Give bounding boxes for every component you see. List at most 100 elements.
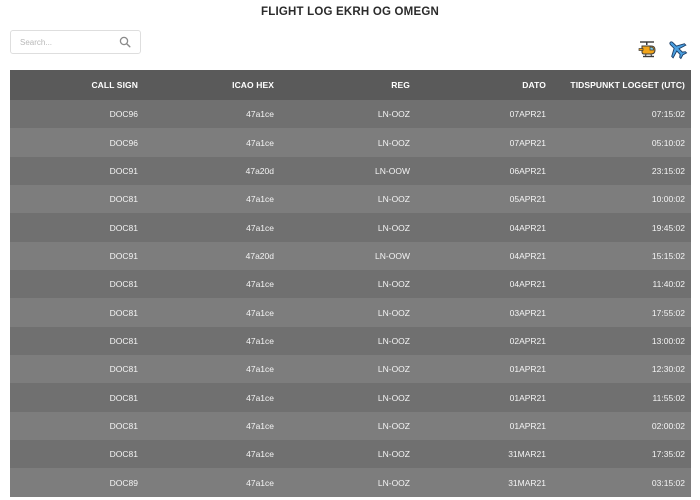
search-input[interactable] bbox=[11, 31, 111, 53]
cell-reg: LN-OOZ bbox=[377, 392, 410, 403]
table-row[interactable]: DOC81 47a1ce LN-OOZ 03APR21 17:55:02 bbox=[10, 298, 691, 327]
cell-time: 11:55:02 bbox=[652, 392, 685, 403]
cell-dato: 05APR21 bbox=[509, 194, 546, 205]
cell-reg: LN-OOZ bbox=[377, 449, 410, 460]
cell-reg: LN-OOZ bbox=[377, 477, 410, 488]
table-row[interactable]: DOC81 47a1ce LN-OOZ 04APR21 19:45:02 bbox=[10, 213, 691, 242]
table-row[interactable]: DOC81 47a1ce LN-OOZ 05APR21 10:00:02 bbox=[10, 185, 691, 214]
cell-call-sign: DOC91 bbox=[109, 165, 138, 176]
cell-time: 03:15:02 bbox=[651, 477, 685, 488]
cell-reg: LN-OOZ bbox=[377, 222, 410, 233]
cell-time: 17:35:02 bbox=[651, 449, 685, 460]
flight-log-table: CALL SIGN ICAO HEX REG DATO TIDSPUNKT LO… bbox=[10, 70, 691, 497]
search-box[interactable] bbox=[10, 30, 141, 54]
cell-call-sign: DOC81 bbox=[109, 420, 138, 431]
cell-icao-hex: 47a1ce bbox=[246, 307, 274, 318]
cell-icao-hex: 47a1ce bbox=[246, 477, 274, 488]
cell-reg: LN-OOZ bbox=[377, 137, 410, 148]
table-row[interactable]: DOC91 47a20d LN-OOW 04APR21 15:15:02 bbox=[10, 241, 691, 271]
helicopter-filter-button[interactable] bbox=[638, 38, 660, 60]
cell-icao-hex: 47a1ce bbox=[246, 335, 274, 346]
table-row[interactable]: DOC91 47a20d LN-OOW 06APR21 23:15:02 bbox=[10, 156, 691, 186]
table-row[interactable]: DOC81 47a1ce LN-OOZ 01APR21 12:30:02 bbox=[10, 355, 691, 384]
cell-call-sign: DOC81 bbox=[109, 335, 138, 346]
cell-dato: 04APR21 bbox=[509, 250, 546, 261]
table-row[interactable]: DOC81 47a1ce LN-OOZ 01APR21 11:55:02 bbox=[10, 383, 691, 412]
cell-call-sign: DOC81 bbox=[109, 279, 138, 290]
cell-dato: 01APR21 bbox=[509, 420, 546, 431]
cell-call-sign: DOC91 bbox=[109, 250, 138, 261]
cell-dato: 04APR21 bbox=[509, 222, 546, 233]
table-row[interactable]: DOC81 47a1ce LN-OOZ 02APR21 13:00:02 bbox=[10, 326, 691, 356]
cell-reg: LN-OOZ bbox=[377, 420, 410, 431]
cell-reg: LN-OOZ bbox=[377, 279, 410, 290]
table-body: DOC96 47a1ce LN-OOZ 07APR21 07:15:02 DOC… bbox=[10, 100, 691, 497]
airplane-filter-button[interactable] bbox=[666, 38, 688, 60]
helicopter-icon bbox=[638, 41, 656, 58]
cell-call-sign: DOC81 bbox=[109, 222, 138, 233]
cell-call-sign: DOC81 bbox=[109, 392, 138, 403]
cell-call-sign: DOC81 bbox=[109, 194, 138, 205]
cell-dato: 06APR21 bbox=[509, 165, 546, 176]
airplane-icon bbox=[669, 41, 688, 60]
cell-time: 23:15:02 bbox=[651, 165, 685, 176]
cell-time: 15:15:02 bbox=[651, 250, 685, 261]
cell-icao-hex: 47a1ce bbox=[246, 364, 274, 375]
search-icon[interactable] bbox=[119, 36, 131, 48]
table-row[interactable]: DOC81 47a1ce LN-OOZ 31MAR21 17:35:02 bbox=[10, 440, 691, 469]
cell-icao-hex: 47a1ce bbox=[246, 194, 274, 205]
cell-dato: 01APR21 bbox=[509, 364, 546, 375]
table-row[interactable]: DOC96 47a1ce LN-OOZ 07APR21 05:10:02 bbox=[10, 128, 691, 157]
cell-reg: LN-OOW bbox=[375, 250, 410, 261]
cell-call-sign: DOC81 bbox=[109, 307, 138, 318]
column-header-tidspunkt[interactable]: TIDSPUNKT LOGGET (UTC) bbox=[552, 70, 691, 100]
cell-dato: 01APR21 bbox=[509, 392, 546, 403]
cell-reg: LN-OOZ bbox=[377, 335, 410, 346]
cell-time: 17:55:02 bbox=[651, 307, 685, 318]
cell-call-sign: DOC81 bbox=[109, 364, 138, 375]
cell-time: 02:00:02 bbox=[651, 420, 685, 431]
cell-icao-hex: 47a1ce bbox=[246, 109, 274, 120]
cell-icao-hex: 47a1ce bbox=[246, 420, 274, 431]
cell-icao-hex: 47a1ce bbox=[246, 392, 274, 403]
column-header-call-sign[interactable]: CALL SIGN bbox=[10, 70, 144, 100]
cell-time: 07:15:02 bbox=[651, 109, 685, 120]
table-row[interactable]: DOC89 47a1ce LN-OOZ 31MAR21 03:15:02 bbox=[10, 468, 691, 497]
flight-log-table-container[interactable]: CALL SIGN ICAO HEX REG DATO TIDSPUNKT LO… bbox=[10, 70, 691, 500]
table-row[interactable]: DOC81 47a1ce LN-OOZ 01APR21 02:00:02 bbox=[10, 411, 691, 441]
cell-reg: LN-OOZ bbox=[377, 307, 410, 318]
cell-dato: 07APR21 bbox=[509, 109, 546, 120]
cell-reg: LN-OOW bbox=[375, 165, 410, 176]
cell-icao-hex: 47a20d bbox=[245, 250, 274, 261]
cell-time: 11:40:02 bbox=[652, 279, 685, 290]
cell-time: 13:00:02 bbox=[651, 335, 685, 346]
table-row[interactable]: DOC96 47a1ce LN-OOZ 07APR21 07:15:02 bbox=[10, 100, 691, 129]
cell-time: 12:30:02 bbox=[651, 364, 685, 375]
column-header-dato[interactable]: DATO bbox=[416, 70, 552, 100]
cell-time: 05:10:02 bbox=[651, 137, 685, 148]
cell-icao-hex: 47a1ce bbox=[246, 137, 274, 148]
cell-dato: 03APR21 bbox=[509, 307, 546, 318]
column-header-icao-hex[interactable]: ICAO HEX bbox=[144, 70, 280, 100]
cell-icao-hex: 47a20d bbox=[245, 165, 274, 176]
column-header-reg[interactable]: REG bbox=[280, 70, 416, 100]
cell-dato: 07APR21 bbox=[509, 137, 546, 148]
cell-reg: LN-OOZ bbox=[377, 364, 410, 375]
cell-dato: 02APR21 bbox=[509, 335, 546, 346]
cell-icao-hex: 47a1ce bbox=[246, 449, 274, 460]
cell-time: 19:45:02 bbox=[651, 222, 685, 233]
cell-call-sign: DOC89 bbox=[109, 477, 138, 488]
cell-dato: 31MAR21 bbox=[508, 449, 546, 460]
cell-icao-hex: 47a1ce bbox=[246, 222, 274, 233]
table-header-row: CALL SIGN ICAO HEX REG DATO TIDSPUNKT LO… bbox=[10, 70, 691, 100]
cell-dato: 04APR21 bbox=[509, 279, 546, 290]
cell-call-sign: DOC96 bbox=[109, 137, 138, 148]
cell-dato: 31MAR21 bbox=[508, 477, 546, 488]
cell-call-sign: DOC81 bbox=[109, 449, 138, 460]
cell-time: 10:00:02 bbox=[651, 194, 685, 205]
cell-reg: LN-OOZ bbox=[377, 109, 410, 120]
cell-call-sign: DOC96 bbox=[109, 109, 138, 120]
page-title: FLIGHT LOG EKRH OG OMEGN bbox=[261, 6, 439, 18]
cell-reg: LN-OOZ bbox=[377, 194, 410, 205]
table-row[interactable]: DOC81 47a1ce LN-OOZ 04APR21 11:40:02 bbox=[10, 270, 691, 299]
